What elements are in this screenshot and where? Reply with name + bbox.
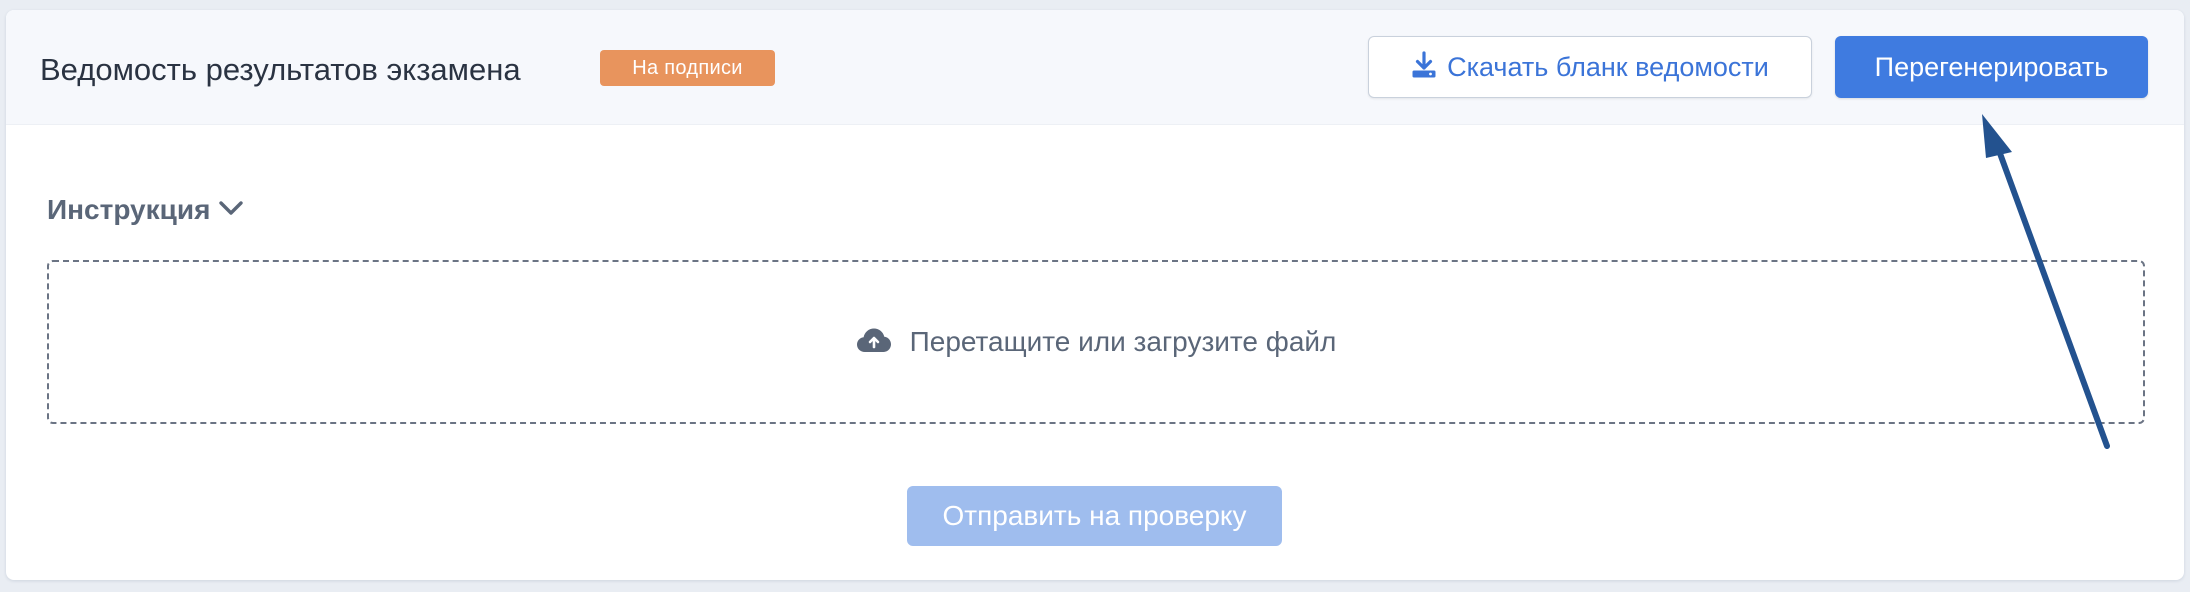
status-badge: На подписи bbox=[600, 50, 775, 86]
page-title: Ведомость результатов экзамена bbox=[40, 52, 521, 87]
card-header: Ведомость результатов экзамена На подпис… bbox=[6, 10, 2184, 125]
submit-for-review-button[interactable]: Отправить на проверку bbox=[907, 486, 1282, 546]
exam-results-card: Ведомость результатов экзамена На подпис… bbox=[6, 10, 2184, 580]
file-dropzone[interactable]: Перетащите или загрузите файл bbox=[47, 260, 2145, 424]
download-template-button[interactable]: Скачать бланк ведомости bbox=[1368, 36, 1812, 98]
instruction-toggle[interactable]: Инструкция bbox=[47, 194, 244, 226]
dropzone-label: Перетащите или загрузите файл bbox=[909, 326, 1337, 357]
download-button-label: Скачать бланк ведомости bbox=[1447, 51, 1769, 82]
download-icon bbox=[1411, 50, 1437, 84]
regenerate-button[interactable]: Перегенерировать bbox=[1835, 36, 2148, 98]
chevron-down-icon bbox=[218, 199, 244, 222]
instruction-label: Инструкция bbox=[47, 194, 211, 225]
cloud-upload-icon bbox=[856, 326, 892, 359]
